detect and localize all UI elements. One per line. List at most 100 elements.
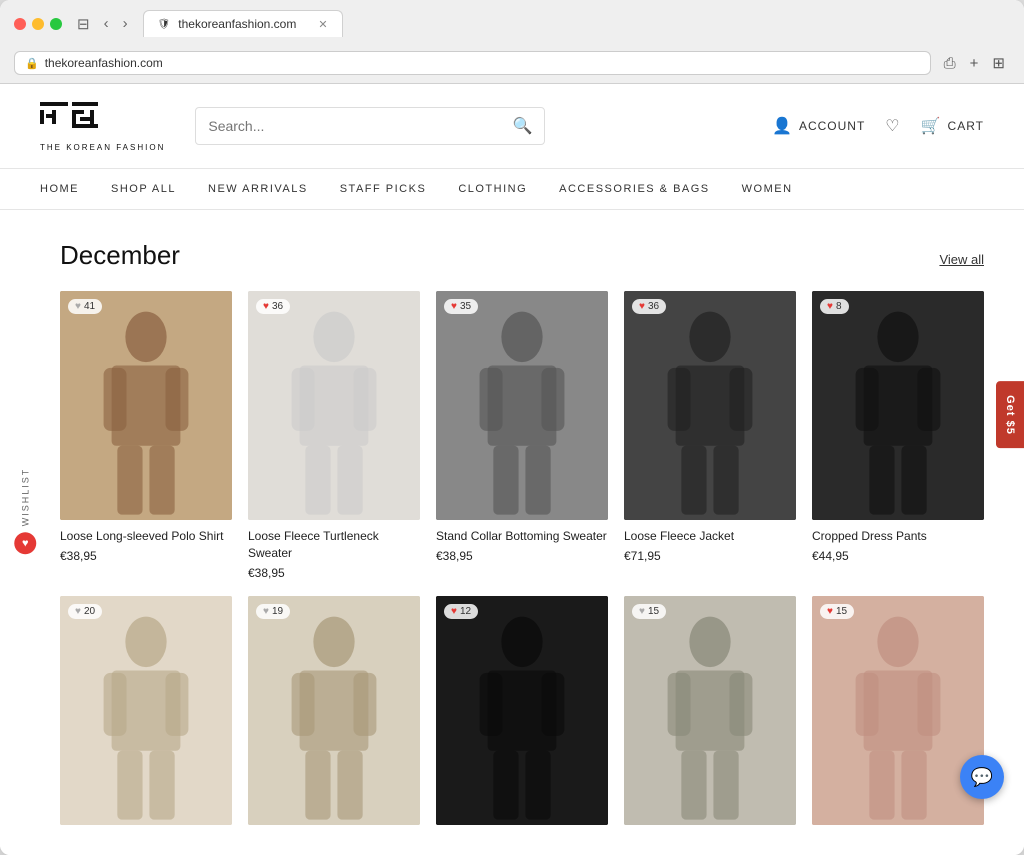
- new-tab-icon[interactable]: +: [965, 51, 984, 75]
- product-name: Loose Long-sleeved Polo Shirt: [60, 528, 232, 545]
- wishlist-btn[interactable]: ♡: [885, 116, 900, 136]
- badge-heart-icon: ♥: [639, 301, 645, 312]
- tab-close-btn[interactable]: ✕: [318, 18, 327, 31]
- section-header: December View all: [40, 240, 984, 271]
- back-btn[interactable]: ‹: [99, 13, 114, 34]
- product-card[interactable]: ♥ 36 Loose Fleece Jacket €71,95: [624, 291, 796, 580]
- product-image-wrap: ♥ 41: [60, 291, 232, 520]
- badge-heart-icon: ♥: [263, 301, 269, 312]
- heart-icon: ♡: [885, 116, 900, 136]
- product-likes: 41: [84, 301, 95, 312]
- product-card[interactable]: ♥ 8 Cropped Dress Pants €44,95: [812, 291, 984, 580]
- badge-heart-icon: ♥: [451, 301, 457, 312]
- product-price: €38,95: [60, 549, 232, 563]
- nav-accessories[interactable]: ACCESSORIES & BAGS: [559, 169, 709, 209]
- header-right: 👤 ACCOUNT ♡ 🛒 CART: [772, 116, 984, 136]
- nav-staff-picks[interactable]: STAFF PICKS: [340, 169, 427, 209]
- lock-icon: 🔒: [25, 57, 39, 70]
- nav-clothing[interactable]: CLOTHING: [458, 169, 527, 209]
- chat-btn[interactable]: 💬: [960, 755, 1004, 799]
- product-image-wrap: ♥ 15: [812, 596, 984, 825]
- product-likes: 19: [272, 606, 283, 617]
- badge-heart-icon: ♥: [75, 301, 81, 312]
- search-input[interactable]: [208, 118, 504, 134]
- browser-toolbar-icons: ⎙ + ⊞: [939, 51, 1010, 75]
- product-likes: 8: [836, 301, 842, 312]
- traffic-lights: [14, 18, 62, 30]
- product-price: €44,95: [812, 549, 984, 563]
- browser-chrome: ⊟ ‹ › 🛡 thekoreanfashion.com ✕ 🔒 thekore…: [0, 0, 1024, 84]
- logo-text: The Korean Fashion: [40, 143, 165, 152]
- badge-heart-icon: ♥: [639, 606, 645, 617]
- product-badge: ♥ 19: [256, 604, 290, 619]
- badge-heart-icon: ♥: [75, 606, 81, 617]
- product-name: Cropped Dress Pants: [812, 528, 984, 545]
- wishlist-heart-icon[interactable]: ♥: [14, 533, 36, 555]
- address-bar[interactable]: 🔒 thekoreanfashion.com: [14, 51, 931, 75]
- product-card[interactable]: ♥ 19: [248, 596, 420, 825]
- site-logo[interactable]: The Korean Fashion: [40, 100, 165, 152]
- nav-new-arrivals[interactable]: NEW ARRIVALS: [208, 169, 308, 209]
- browser-nav-buttons: ⊟ ‹ ›: [72, 13, 133, 35]
- share-icon[interactable]: ⎙: [939, 51, 961, 75]
- product-likes: 35: [460, 301, 471, 312]
- product-badge: ♥ 36: [632, 299, 666, 314]
- browser-window: ⊟ ‹ › 🛡 thekoreanfashion.com ✕ 🔒 thekore…: [0, 0, 1024, 855]
- page-content: ♥ WISHLIST December View all: [0, 210, 1024, 855]
- wishlist-label: WISHLIST: [20, 468, 30, 527]
- product-card[interactable]: ♥ 20: [60, 596, 232, 825]
- product-likes: 12: [460, 606, 471, 617]
- url-text: thekoreanfashion.com: [45, 56, 163, 70]
- product-badge: ♥ 12: [444, 604, 478, 619]
- address-bar-row: 🔒 thekoreanfashion.com ⎙ + ⊞: [14, 45, 1010, 83]
- tab-favicon: 🛡: [158, 19, 171, 30]
- product-price: €38,95: [436, 549, 608, 563]
- nav-shop-all[interactable]: SHOP ALL: [111, 169, 176, 209]
- product-name: Stand Collar Bottoming Sweater: [436, 528, 608, 545]
- product-price: €71,95: [624, 549, 796, 563]
- search-icon-btn[interactable]: 🔍: [512, 116, 532, 136]
- product-badge: ♥ 15: [820, 604, 854, 619]
- badge-heart-icon: ♥: [451, 606, 457, 617]
- product-card[interactable]: ♥ 15: [812, 596, 984, 825]
- nav-women[interactable]: WOMEN: [742, 169, 793, 209]
- cart-label: CART: [948, 119, 984, 133]
- tab-bar: 🛡 thekoreanfashion.com ✕: [143, 10, 343, 37]
- product-badge: ♥ 41: [68, 299, 102, 314]
- section-title: December: [60, 240, 180, 271]
- product-grid: ♥ 41 Loose Long-sleeved Polo Shirt €38,9…: [40, 291, 984, 825]
- badge-heart-icon: ♥: [263, 606, 269, 617]
- product-image-wrap: ♥ 35: [436, 291, 608, 520]
- product-card[interactable]: ♥ 12: [436, 596, 608, 825]
- view-all-link[interactable]: View all: [939, 252, 984, 267]
- site-nav: HOME SHOP ALL NEW ARRIVALS STAFF PICKS C…: [0, 169, 1024, 210]
- fullscreen-traffic-light[interactable]: [50, 18, 62, 30]
- product-image-wrap: ♥ 20: [60, 596, 232, 825]
- product-card[interactable]: ♥ 35 Stand Collar Bottoming Sweater €38,…: [436, 291, 608, 580]
- product-image-wrap: ♥ 8: [812, 291, 984, 520]
- page: The Korean Fashion 🔍 👤 ACCOUNT ♡ 🛒 CART: [0, 84, 1024, 855]
- active-tab[interactable]: 🛡 thekoreanfashion.com ✕: [143, 10, 343, 37]
- get5-btn[interactable]: Get $5: [996, 381, 1024, 449]
- product-badge: ♥ 15: [632, 604, 666, 619]
- close-traffic-light[interactable]: [14, 18, 26, 30]
- product-card[interactable]: ♥ 15: [624, 596, 796, 825]
- account-btn[interactable]: 👤 ACCOUNT: [772, 116, 865, 136]
- forward-btn[interactable]: ›: [118, 13, 133, 34]
- product-card[interactable]: ♥ 41 Loose Long-sleeved Polo Shirt €38,9…: [60, 291, 232, 580]
- site-header: The Korean Fashion 🔍 👤 ACCOUNT ♡ 🛒 CART: [0, 84, 1024, 169]
- product-card[interactable]: ♥ 36 Loose Fleece Turtleneck Sweater €38…: [248, 291, 420, 580]
- product-name: Loose Fleece Turtleneck Sweater: [248, 528, 420, 562]
- logo-mark: [40, 100, 100, 141]
- product-badge: ♥ 36: [256, 299, 290, 314]
- account-label: ACCOUNT: [799, 119, 865, 133]
- cart-icon: 🛒: [921, 116, 942, 136]
- sidebar-toggle-btn[interactable]: ⊟: [72, 13, 95, 35]
- account-icon: 👤: [772, 116, 793, 136]
- cart-btn[interactable]: 🛒 CART: [921, 116, 984, 136]
- grid-icon[interactable]: ⊞: [987, 51, 1010, 75]
- minimize-traffic-light[interactable]: [32, 18, 44, 30]
- tab-label: thekoreanfashion.com: [178, 17, 296, 31]
- product-likes: 20: [84, 606, 95, 617]
- nav-home[interactable]: HOME: [40, 169, 79, 209]
